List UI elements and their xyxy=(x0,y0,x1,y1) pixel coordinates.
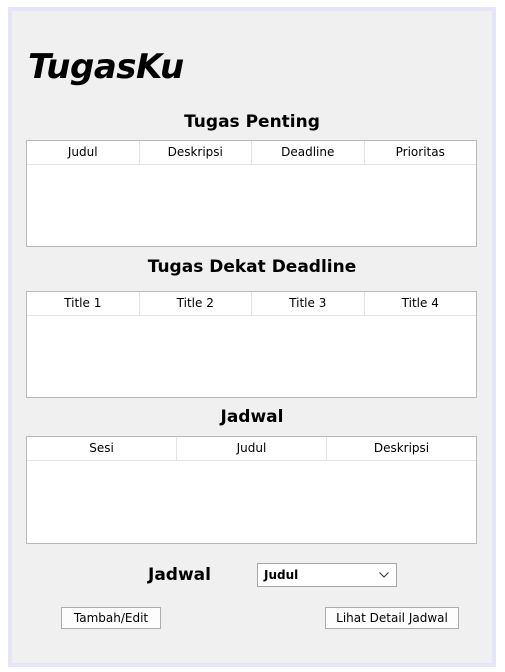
column-header-deskripsi[interactable]: Deskripsi xyxy=(327,437,476,460)
table-header: Sesi Judul Deskripsi xyxy=(27,437,476,461)
column-header-sesi[interactable]: Sesi xyxy=(27,437,177,460)
view-schedule-detail-button[interactable]: Lihat Detail Jadwal xyxy=(325,607,459,629)
near-deadline-table[interactable]: Title 1 Title 2 Title 3 Title 4 xyxy=(26,291,477,398)
app-title: TugasKu xyxy=(28,47,184,87)
schedule-table[interactable]: Sesi Judul Deskripsi xyxy=(26,436,477,544)
table-header: Judul Deskripsi Deadline Prioritas xyxy=(27,141,476,165)
table-header: Title 1 Title 2 Title 3 Title 4 xyxy=(27,292,476,316)
column-header-judul[interactable]: Judul xyxy=(177,437,327,460)
chevron-down-icon[interactable] xyxy=(372,564,396,586)
column-header-prioritas[interactable]: Prioritas xyxy=(365,141,477,164)
important-tasks-title: Tugas Penting xyxy=(184,112,320,132)
add-edit-button[interactable]: Tambah/Edit xyxy=(61,607,161,629)
main-window: TugasKu Tugas Penting Judul Deskripsi De… xyxy=(8,7,496,667)
schedule-select-value: Judul xyxy=(264,568,299,582)
column-header-deadline[interactable]: Deadline xyxy=(252,141,365,164)
column-header-judul[interactable]: Judul xyxy=(27,141,140,164)
important-tasks-table[interactable]: Judul Deskripsi Deadline Prioritas xyxy=(26,140,477,247)
column-header-title-1[interactable]: Title 1 xyxy=(27,292,140,315)
schedule-label: Jadwal xyxy=(148,565,211,585)
column-header-title-2[interactable]: Title 2 xyxy=(140,292,252,315)
near-deadline-title: Tugas Dekat Deadline xyxy=(147,257,357,277)
column-header-title-4[interactable]: Title 4 xyxy=(365,292,477,315)
schedule-title: Jadwal xyxy=(220,407,284,427)
column-header-deskripsi[interactable]: Deskripsi xyxy=(140,141,252,164)
column-header-title-3[interactable]: Title 3 xyxy=(252,292,365,315)
schedule-select[interactable]: Judul xyxy=(257,563,397,587)
